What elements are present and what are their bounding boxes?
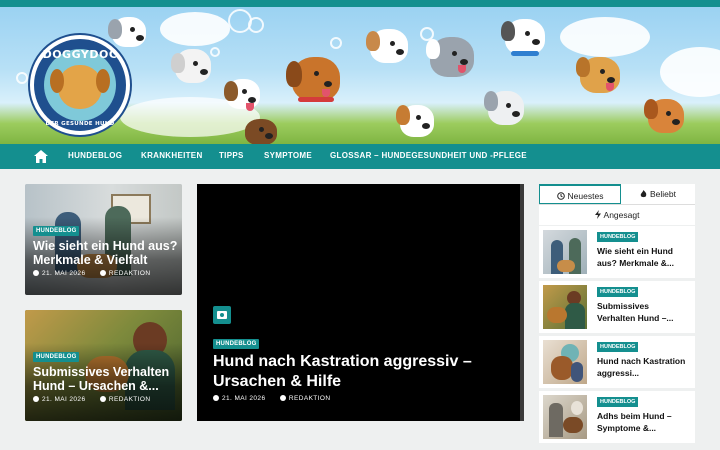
home-icon[interactable] bbox=[34, 150, 48, 163]
card-edge bbox=[520, 184, 524, 421]
main-navigation: HUNDEBLOG KRANKHEITEN TIPPS SYMPTOME GLO… bbox=[0, 144, 720, 169]
post-thumbnail[interactable] bbox=[543, 285, 587, 329]
post-meta: 21. MAI 2026 REDAKTION bbox=[213, 395, 330, 402]
cartoon-dog-illustration bbox=[644, 99, 684, 133]
cartoon-dog-illustration bbox=[171, 49, 211, 83]
tab-label: Angesagt bbox=[603, 210, 640, 220]
tab-label: Neuestes bbox=[567, 191, 604, 201]
post-title[interactable]: Submissives Verhalten Hund –... bbox=[597, 300, 689, 324]
cartoon-dog-illustration bbox=[426, 37, 474, 77]
user-icon bbox=[279, 395, 286, 401]
bubble bbox=[248, 17, 264, 33]
post-thumbnail[interactable] bbox=[543, 230, 587, 274]
nav-item-tipps[interactable]: TIPPS bbox=[219, 151, 244, 160]
post-thumbnail[interactable] bbox=[543, 340, 587, 384]
tab-label: Beliebt bbox=[650, 189, 676, 199]
clock-icon bbox=[213, 395, 219, 401]
post-thumbnail[interactable] bbox=[543, 395, 587, 439]
list-item[interactable]: HUNDEBLOG Adhs beim Hund – Symptome &... bbox=[539, 391, 695, 443]
post-author[interactable]: REDAKTION bbox=[109, 396, 151, 403]
sidebar-tabs: Neuestes Beliebt Angesagt bbox=[539, 184, 695, 225]
featured-post-card[interactable]: HUNDEBLOG Submissives Verhalten Hund – U… bbox=[25, 310, 182, 421]
cartoon-dog-illustration bbox=[108, 17, 146, 47]
cartoon-dog-illustration bbox=[245, 119, 277, 144]
post-meta: 21. MAI 2026 REDAKTION bbox=[33, 270, 150, 277]
site-logo[interactable]: DOGGYDOC DER GESUNDE HUND bbox=[30, 35, 130, 135]
post-author[interactable]: REDAKTION bbox=[289, 395, 331, 402]
top-accent-bar bbox=[0, 0, 720, 7]
list-item[interactable]: HUNDEBLOG Hund nach Kastration aggressi.… bbox=[539, 336, 695, 388]
main-featured-post-card[interactable]: HUNDEBLOG Hund nach Kastration aggressiv… bbox=[197, 184, 524, 421]
nav-item-glossar[interactable]: GLOSSAR – HUNDEGESUNDHEIT UND -PFLEGE bbox=[330, 151, 527, 160]
category-badge[interactable]: HUNDEBLOG bbox=[33, 352, 80, 362]
clock-icon bbox=[556, 192, 565, 200]
logo-brand-name: DOGGYDOC bbox=[42, 48, 118, 61]
bubble bbox=[16, 72, 28, 84]
category-badge[interactable]: HUNDEBLOG bbox=[597, 397, 639, 407]
category-badge[interactable]: HUNDEBLOG bbox=[597, 342, 639, 352]
fire-icon bbox=[640, 190, 647, 198]
clock-icon bbox=[33, 396, 39, 402]
cartoon-dog-illustration bbox=[396, 105, 434, 137]
cartoon-dog-illustration bbox=[484, 91, 524, 125]
cartoon-dog-illustration bbox=[576, 57, 620, 93]
post-title[interactable]: Submissives Verhalten Hund – Ursachen &.… bbox=[33, 365, 178, 393]
post-title[interactable]: Hund nach Kastration aggressiv – Ursache… bbox=[213, 352, 513, 392]
post-title[interactable]: Hund nach Kastration aggressi... bbox=[597, 355, 689, 379]
user-icon bbox=[99, 270, 106, 276]
post-title[interactable]: Wie sieht ein Hund aus? Merkmale &... bbox=[597, 245, 689, 269]
nav-item-hundeblog[interactable]: HUNDEBLOG bbox=[68, 151, 122, 160]
cloud bbox=[560, 17, 650, 57]
post-date[interactable]: 21. MAI 2026 bbox=[222, 395, 265, 402]
featured-post-card[interactable]: HUNDEBLOG Wie sieht ein Hund aus? Merkma… bbox=[25, 184, 182, 295]
list-item[interactable]: HUNDEBLOG Wie sieht ein Hund aus? Merkma… bbox=[539, 226, 695, 278]
post-date[interactable]: 21. MAI 2026 bbox=[42, 396, 85, 403]
list-item[interactable]: HUNDEBLOG Submissives Verhalten Hund –..… bbox=[539, 281, 695, 333]
bolt-icon bbox=[594, 210, 601, 219]
category-badge[interactable]: HUNDEBLOG bbox=[597, 287, 639, 297]
logo-dog-icon bbox=[50, 65, 110, 109]
category-badge[interactable]: HUNDEBLOG bbox=[213, 339, 260, 349]
category-badge[interactable]: HUNDEBLOG bbox=[597, 232, 639, 242]
logo-tagline: DER GESUNDE HUND bbox=[45, 121, 115, 127]
cartoon-dog-illustration bbox=[366, 29, 408, 63]
tab-angesagt[interactable]: Angesagt bbox=[539, 204, 695, 224]
bubble bbox=[330, 37, 342, 49]
user-icon bbox=[99, 396, 106, 402]
cartoon-dog-illustration bbox=[224, 79, 260, 111]
bubble bbox=[210, 47, 220, 57]
nav-item-symptome[interactable]: SYMPTOME bbox=[264, 151, 312, 160]
cartoon-dog-illustration bbox=[286, 57, 340, 102]
cloud bbox=[660, 47, 720, 97]
header-banner: DOGGYDOC DER GESUNDE HUND bbox=[0, 7, 720, 144]
cartoon-dog-illustration bbox=[501, 19, 545, 56]
post-author[interactable]: REDAKTION bbox=[109, 270, 151, 277]
clock-icon bbox=[33, 270, 39, 276]
post-date[interactable]: 21. MAI 2026 bbox=[42, 270, 85, 277]
camera-icon[interactable] bbox=[213, 306, 231, 324]
post-meta: 21. MAI 2026 REDAKTION bbox=[33, 396, 150, 403]
tab-beliebt[interactable]: Beliebt bbox=[621, 184, 695, 204]
cloud bbox=[160, 12, 230, 46]
post-title[interactable]: Wie sieht ein Hund aus? Merkmale & Vielf… bbox=[33, 239, 178, 267]
category-badge[interactable]: HUNDEBLOG bbox=[33, 226, 80, 236]
nav-item-krankheiten[interactable]: KRANKHEITEN bbox=[141, 151, 203, 160]
tab-neuestes[interactable]: Neuestes bbox=[539, 184, 621, 204]
post-title[interactable]: Adhs beim Hund – Symptome &... bbox=[597, 410, 689, 434]
